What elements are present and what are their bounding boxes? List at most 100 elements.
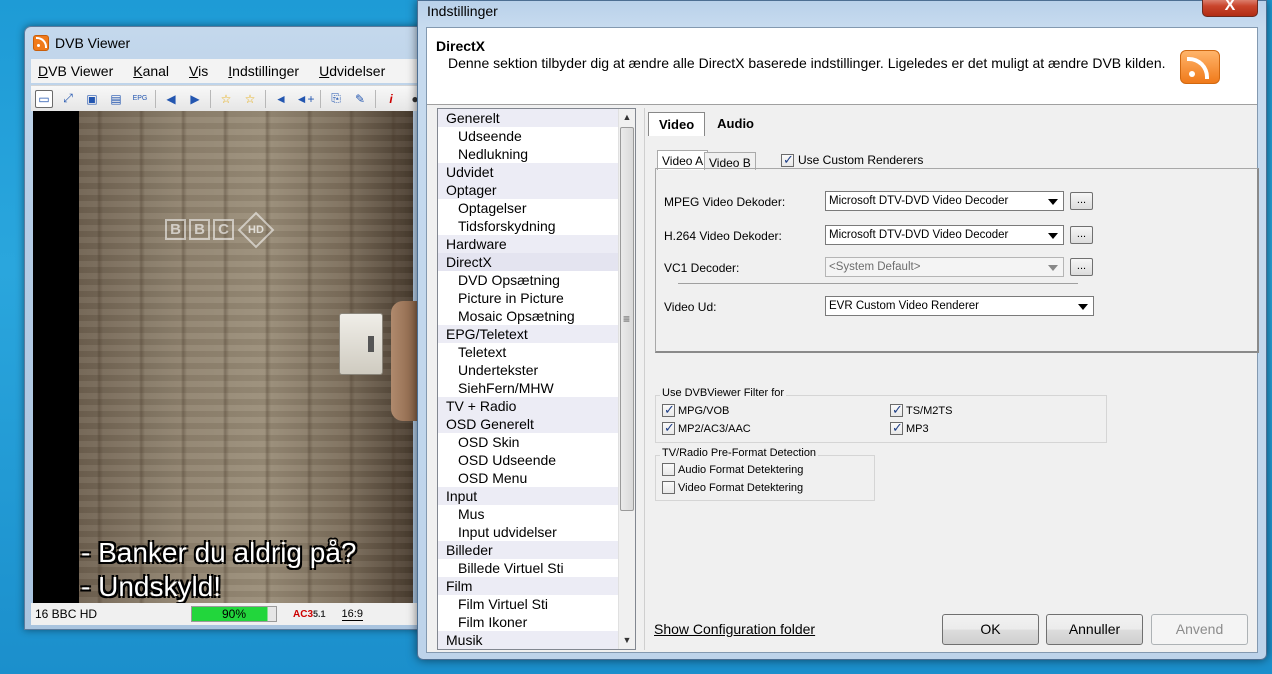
ok-button[interactable]: OK xyxy=(942,614,1039,645)
dvb-window-title: DVB Viewer xyxy=(55,35,131,51)
audio-format-detection-label: Audio Format Detektering xyxy=(678,463,804,476)
tree-item[interactable]: Film Ikoner xyxy=(438,613,635,631)
scroll-down-icon[interactable]: ▼ xyxy=(619,632,635,649)
tree-scrollbar[interactable]: ▲ ▼ xyxy=(618,109,635,649)
back-icon[interactable]: ◀ xyxy=(162,90,180,108)
status-channel: 16 BBC HD xyxy=(35,607,98,621)
mpeg-decoder-select[interactable]: Microsoft DTV-DVD Video Decoder xyxy=(825,191,1064,211)
vc1-decoder-select[interactable]: <System Default> xyxy=(825,257,1064,277)
teletext-icon[interactable]: ▣ xyxy=(83,90,101,108)
scroll-up-icon[interactable]: ▲ xyxy=(619,109,635,126)
favorite-star-icon[interactable]: ☆ xyxy=(217,90,235,108)
tree-item[interactable]: Optagelser xyxy=(438,199,635,217)
section-description: Denne sektion tilbyder dig at ændre alle… xyxy=(448,55,1166,71)
fullscreen-icon[interactable]: ⤢ xyxy=(59,90,77,108)
volume-down-icon[interactable]: ◄ xyxy=(272,90,290,108)
menu-kanal[interactable]: Kanal xyxy=(126,63,176,79)
preformat-group-caption: TV/Radio Pre-Format Detection xyxy=(660,447,819,459)
video-a-group: MPEG Video Dekoder: Microsoft DTV-DVD Vi… xyxy=(655,168,1259,353)
menu-vis[interactable]: Vis xyxy=(182,63,215,79)
filter-ts-m2ts[interactable]: TS/M2TS xyxy=(890,402,952,418)
use-custom-renderers[interactable]: Use Custom Renderers xyxy=(781,152,923,168)
tree-category[interactable]: Udvidet xyxy=(438,163,635,181)
favorite-add-star-icon[interactable]: ☆ xyxy=(241,90,259,108)
h264-decoder-select[interactable]: Microsoft DTV-DVD Video Decoder xyxy=(825,225,1064,245)
tree-item[interactable]: Mus xyxy=(438,505,635,523)
tab-audio[interactable]: Audio xyxy=(707,114,764,136)
tree-item[interactable]: Undertekster xyxy=(438,361,635,379)
tree-item[interactable]: Picture in Picture xyxy=(438,289,635,307)
logo-letter: B xyxy=(165,219,186,240)
tree-category[interactable]: Musik xyxy=(438,631,635,649)
filter-mp3[interactable]: MP3 xyxy=(890,420,929,436)
video-area[interactable]: B B C HD - Banker du aldrig på? - Undsky… xyxy=(33,111,417,603)
tab-video[interactable]: Video xyxy=(648,112,706,136)
tree-category[interactable]: TV + Radio xyxy=(438,397,635,415)
tree-category[interactable]: Generelt xyxy=(438,109,635,127)
audio-badge-text: AC3 xyxy=(293,608,314,620)
cancel-button[interactable]: Annuller xyxy=(1046,614,1143,645)
info-icon[interactable]: i xyxy=(382,90,400,108)
tree-item[interactable]: OSD Udseende xyxy=(438,451,635,469)
dialog-title: Indstillinger xyxy=(427,3,498,19)
epg-icon[interactable]: EPG xyxy=(131,90,149,108)
filter-mpg-vob[interactable]: MPG/VOB xyxy=(662,402,729,418)
tree-category[interactable]: Input xyxy=(438,487,635,505)
scroll-thumb[interactable] xyxy=(620,127,634,511)
tree-item[interactable]: Input udvidelser xyxy=(438,523,635,541)
video-out-select[interactable]: EVR Custom Video Renderer xyxy=(825,296,1094,316)
tree-item[interactable]: Teletext xyxy=(438,343,635,361)
video-format-detection-checkbox[interactable] xyxy=(662,481,675,494)
h264-decoder-browse-button[interactable]: ... xyxy=(1070,226,1093,244)
tab-video-a[interactable]: Video A xyxy=(657,150,709,170)
dvb-titlebar[interactable]: DVB Viewer xyxy=(33,33,130,53)
tree-category[interactable]: EPG/Teletext xyxy=(438,325,635,343)
tree-item[interactable]: OSD Menu xyxy=(438,469,635,487)
tree-category[interactable]: OSD Generelt xyxy=(438,415,635,433)
filter-mp3-checkbox[interactable] xyxy=(890,420,903,436)
forward-icon[interactable]: ▶ xyxy=(186,90,204,108)
filter-group-caption: Use DVBViewer Filter for xyxy=(660,387,787,399)
tree-item[interactable]: SiehFern/MHW xyxy=(438,379,635,397)
vc1-decoder-browse-button[interactable]: ... xyxy=(1070,258,1093,276)
volume-up-icon[interactable]: ◄+ xyxy=(296,90,315,108)
window-mode-icon[interactable]: ▭ xyxy=(35,89,53,108)
audio-format-detection[interactable]: Audio Format Detektering xyxy=(662,463,803,476)
osd-icon[interactable]: ▤ xyxy=(107,90,125,108)
tree-category[interactable]: DirectX xyxy=(438,253,635,271)
menu-indstillinger[interactable]: Indstillinger xyxy=(221,63,306,79)
toolbar-divider xyxy=(210,89,211,108)
tree-item[interactable]: Nedlukning xyxy=(438,145,635,163)
dialog-body: DirectX Denne sektion tilbyder dig at æn… xyxy=(426,27,1259,653)
video-format-detection-label: Video Format Detektering xyxy=(678,481,804,494)
audio-format-detection-checkbox[interactable] xyxy=(662,463,675,476)
tree-category[interactable]: Hardware xyxy=(438,235,635,253)
menu-dvb-viewer[interactable]: DVB Viewer xyxy=(31,63,120,79)
vc1-decoder-label: VC1 Decoder: xyxy=(664,261,740,275)
filter-mp2-ac3-aac[interactable]: MP2/AC3/AAC xyxy=(662,420,751,436)
mpeg-decoder-browse-button[interactable]: ... xyxy=(1070,192,1093,210)
filter-mpg-vob-checkbox[interactable] xyxy=(662,402,675,418)
apply-button[interactable]: Anvend xyxy=(1151,614,1248,645)
copy-icon[interactable]: ⎘ xyxy=(327,90,345,108)
use-custom-renderers-checkbox[interactable] xyxy=(781,152,794,168)
menu-udvidelser[interactable]: Udvidelser xyxy=(312,63,392,79)
tree-item[interactable]: Tidsforskydning xyxy=(438,217,635,235)
filter-mp2-ac3-aac-checkbox[interactable] xyxy=(662,420,675,436)
tree-item[interactable]: Mosaic Opsætning xyxy=(438,307,635,325)
close-button[interactable]: X xyxy=(1202,0,1258,17)
toolbar-divider xyxy=(265,89,266,108)
tree-item[interactable]: Udseende xyxy=(438,127,635,145)
tree-item[interactable]: OSD Skin xyxy=(438,433,635,451)
filter-ts-m2ts-checkbox[interactable] xyxy=(890,402,903,418)
tree-item[interactable]: Film Virtuel Sti xyxy=(438,595,635,613)
tree-item[interactable]: Billede Virtuel Sti xyxy=(438,559,635,577)
preformat-group: TV/Radio Pre-Format Detection Audio Form… xyxy=(655,447,875,501)
tree-category[interactable]: Film xyxy=(438,577,635,595)
tree-item[interactable]: DVD Opsætning xyxy=(438,271,635,289)
tools-icon[interactable]: ✎ xyxy=(351,90,369,108)
tree-category[interactable]: Optager xyxy=(438,181,635,199)
tree-category[interactable]: Billeder xyxy=(438,541,635,559)
video-format-detection[interactable]: Video Format Detektering xyxy=(662,481,803,494)
show-config-folder-link[interactable]: Show Configuration folder xyxy=(654,621,815,637)
